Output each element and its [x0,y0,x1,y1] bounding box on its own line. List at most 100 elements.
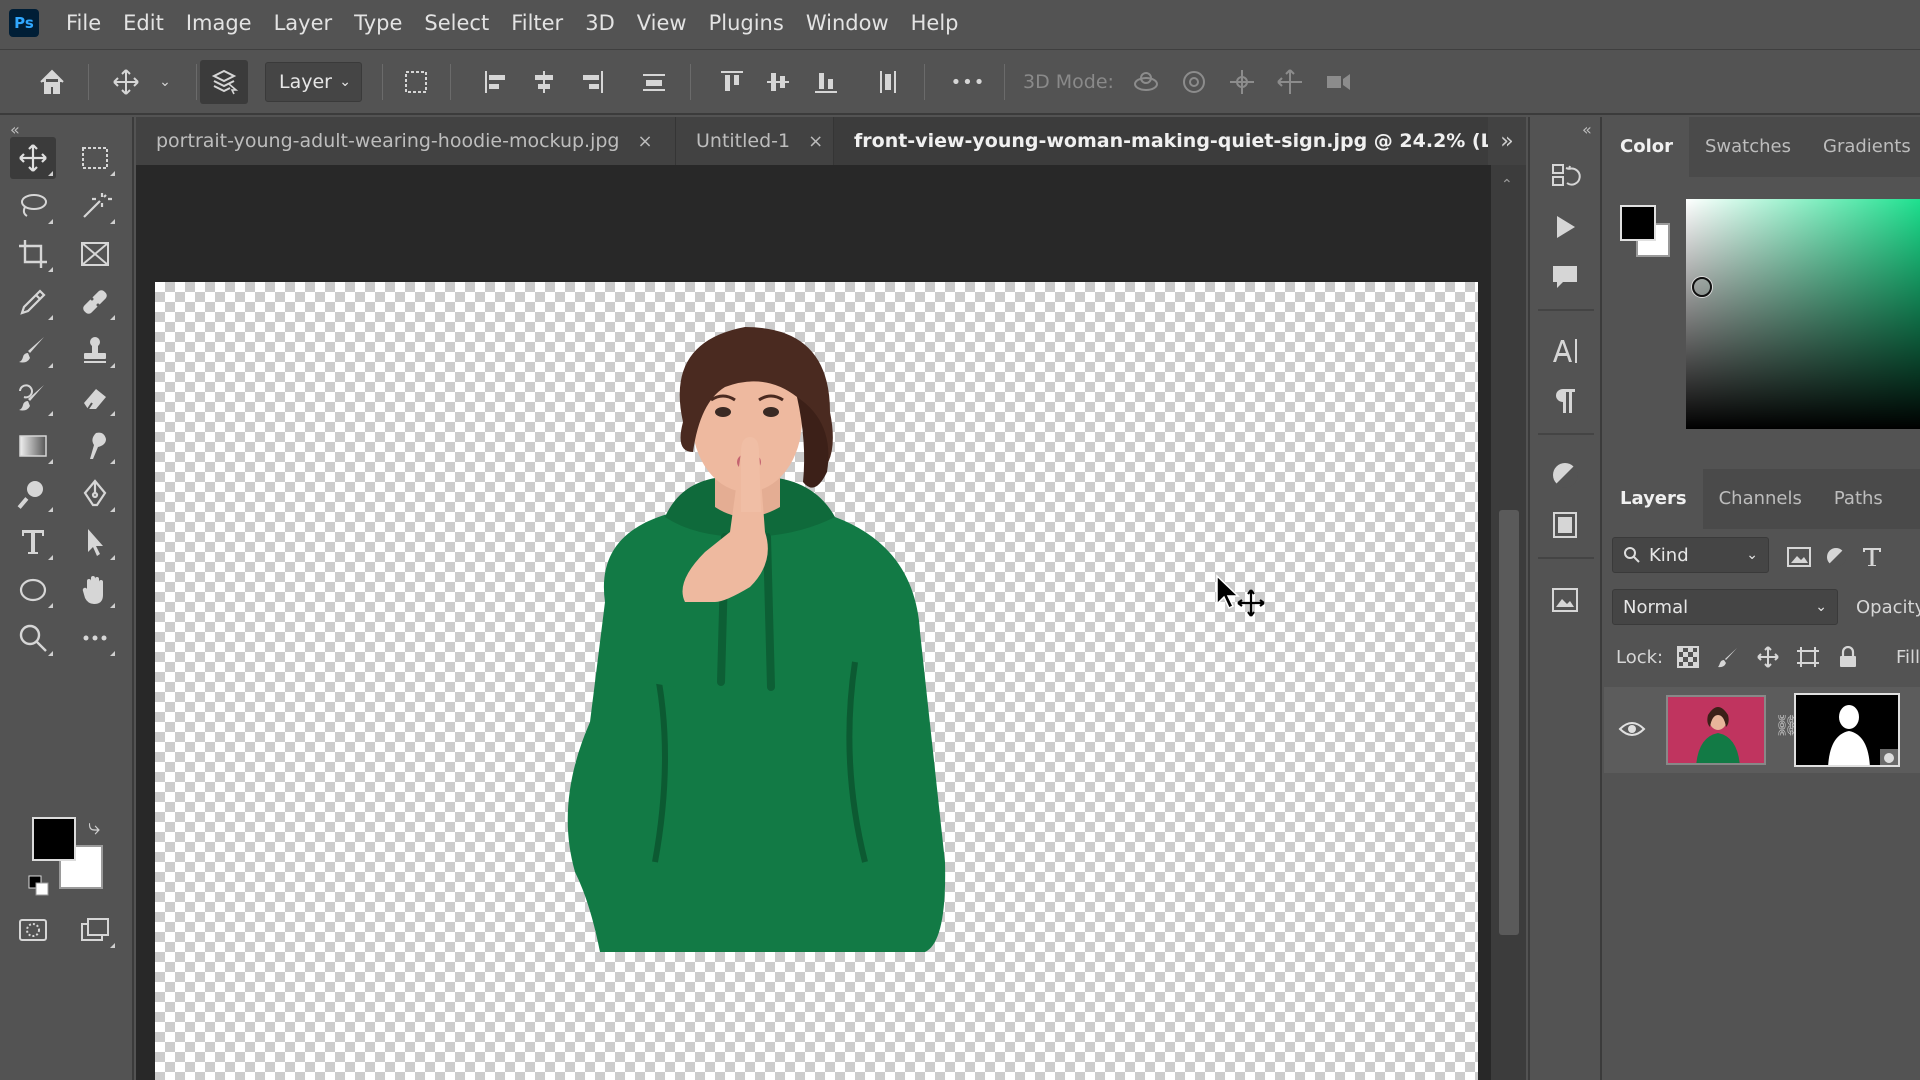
tab-paths[interactable]: Paths [1818,469,1899,529]
magic-wand-tool-icon[interactable] [72,185,118,227]
healing-brush-tool-icon[interactable] [72,281,118,323]
color-panel-foreground-swatch[interactable] [1620,205,1656,241]
paragraph-panel-icon[interactable] [1545,381,1585,421]
filter-type-icon[interactable] [1858,543,1886,571]
3d-orbit-icon[interactable] [1126,60,1166,104]
menu-3d[interactable]: 3D [574,0,626,46]
menu-select[interactable]: Select [413,0,500,46]
marquee-tool-icon[interactable] [72,137,118,179]
crop-tool-icon[interactable] [10,233,56,275]
distribute-horizontal-icon[interactable] [634,60,674,104]
path-selection-tool-icon[interactable] [72,521,118,563]
vertical-scrollbar[interactable]: ⌃ [1491,165,1526,1080]
collapse-dock-icon[interactable]: « [1582,120,1592,139]
align-bottom-icon[interactable] [806,60,846,104]
dodge-tool-icon[interactable] [10,473,56,515]
libraries-panel-icon[interactable] [1545,505,1585,545]
edit-toolbar-icon[interactable] [72,617,118,659]
filter-adjustment-icon[interactable] [1822,543,1850,571]
tool-preset-chevron-icon[interactable]: ⌄ [150,60,180,104]
screen-mode-icon[interactable] [72,909,118,951]
layer-thumbnail[interactable] [1666,695,1766,765]
lock-transparent-pixels-icon[interactable] [1674,643,1702,671]
align-right-icon[interactable] [572,60,612,104]
smudge-tool-icon[interactable] [72,425,118,467]
scrollbar-thumb[interactable] [1499,510,1519,935]
distribute-vertical-icon[interactable] [868,60,908,104]
lock-position-icon[interactable] [1754,643,1782,671]
lock-image-pixels-icon[interactable] [1714,643,1742,671]
3d-slide-icon[interactable] [1270,60,1310,104]
foreground-color-swatch[interactable] [32,817,76,861]
menu-plugins[interactable]: Plugins [698,0,795,46]
eyedropper-tool-icon[interactable] [10,281,56,323]
menu-type[interactable]: Type [343,0,413,46]
document-canvas[interactable] [155,282,1478,1080]
menu-filter[interactable]: Filter [500,0,574,46]
menu-layer[interactable]: Layer [263,0,344,46]
align-top-icon[interactable] [712,60,752,104]
scroll-up-icon[interactable]: ⌃ [1501,177,1513,193]
align-vertical-center-icon[interactable] [758,60,798,104]
tab-channels[interactable]: Channels [1703,469,1818,529]
menu-view[interactable]: View [626,0,698,46]
default-colors-icon[interactable] [28,875,50,897]
3d-roll-icon[interactable] [1174,60,1214,104]
pen-tool-icon[interactable] [72,473,118,515]
eye-icon[interactable] [1618,715,1646,743]
auto-select-icon[interactable] [200,60,248,104]
lock-artboard-icon[interactable] [1794,643,1822,671]
tab-swatches[interactable]: Swatches [1689,117,1807,177]
filter-pixel-icon[interactable] [1785,543,1813,571]
transform-controls-icon[interactable] [396,60,436,104]
home-icon[interactable] [30,60,74,104]
more-options-icon[interactable]: ••• [946,60,990,104]
tab-untitled-1[interactable]: Untitled-1 × [676,117,834,165]
menu-window[interactable]: Window [795,0,900,46]
adjustments-panel-icon[interactable] [1545,455,1585,495]
layer-mask-thumbnail[interactable] [1794,693,1900,767]
zoom-tool-icon[interactable] [10,617,56,659]
align-left-icon[interactable] [476,60,516,104]
comments-panel-icon[interactable] [1545,257,1585,297]
menu-edit[interactable]: Edit [112,0,175,46]
lasso-tool-icon[interactable] [10,185,56,227]
eraser-tool-icon[interactable] [72,377,118,419]
3d-scale-icon[interactable] [1318,60,1358,104]
move-tool-icon[interactable] [104,60,148,104]
history-panel-icon[interactable] [1545,157,1585,197]
color-picker-handle[interactable] [1692,277,1712,297]
tab-quiet-sign[interactable]: front-view-young-woman-making-quiet-sign… [834,117,1526,165]
close-icon[interactable]: × [638,131,653,152]
layer-row[interactable]: ⛓ [1604,687,1920,773]
quick-mask-icon[interactable] [10,909,56,951]
swap-colors-icon[interactable]: ⤷ [88,815,100,840]
close-icon[interactable]: × [808,131,823,152]
canvas-workspace[interactable] [136,165,1491,1080]
actions-play-icon[interactable] [1545,207,1585,247]
tabs-overflow-icon[interactable]: » [1488,117,1526,165]
move-tool-icon[interactable] [10,137,56,179]
menu-file[interactable]: File [55,0,112,46]
ellipse-tool-icon[interactable] [10,569,56,611]
menu-image[interactable]: Image [175,0,263,46]
menu-help[interactable]: Help [900,0,970,46]
align-horizontal-center-icon[interactable] [524,60,564,104]
tab-layers[interactable]: Layers [1604,469,1703,529]
3d-pan-icon[interactable] [1222,60,1262,104]
clone-stamp-tool-icon[interactable] [72,329,118,371]
tab-gradients[interactable]: Gradients [1807,117,1920,177]
layer-filter-dropdown[interactable]: Kind ⌄ [1612,537,1769,573]
tab-color[interactable]: Color [1604,117,1689,177]
hand-tool-icon[interactable] [72,569,118,611]
gradient-tool-icon[interactable] [10,425,56,467]
color-picker-field[interactable] [1686,199,1920,429]
properties-panel-icon[interactable] [1545,579,1585,619]
blend-mode-dropdown[interactable]: Normal ⌄ [1612,589,1838,625]
character-panel-icon[interactable] [1545,331,1585,371]
history-brush-tool-icon[interactable] [10,377,56,419]
lock-all-icon[interactable] [1834,643,1862,671]
tab-hoodie-mockup[interactable]: portrait-young-adult-wearing-hoodie-mock… [136,117,676,165]
brush-tool-icon[interactable] [10,329,56,371]
type-tool-icon[interactable] [10,521,56,563]
